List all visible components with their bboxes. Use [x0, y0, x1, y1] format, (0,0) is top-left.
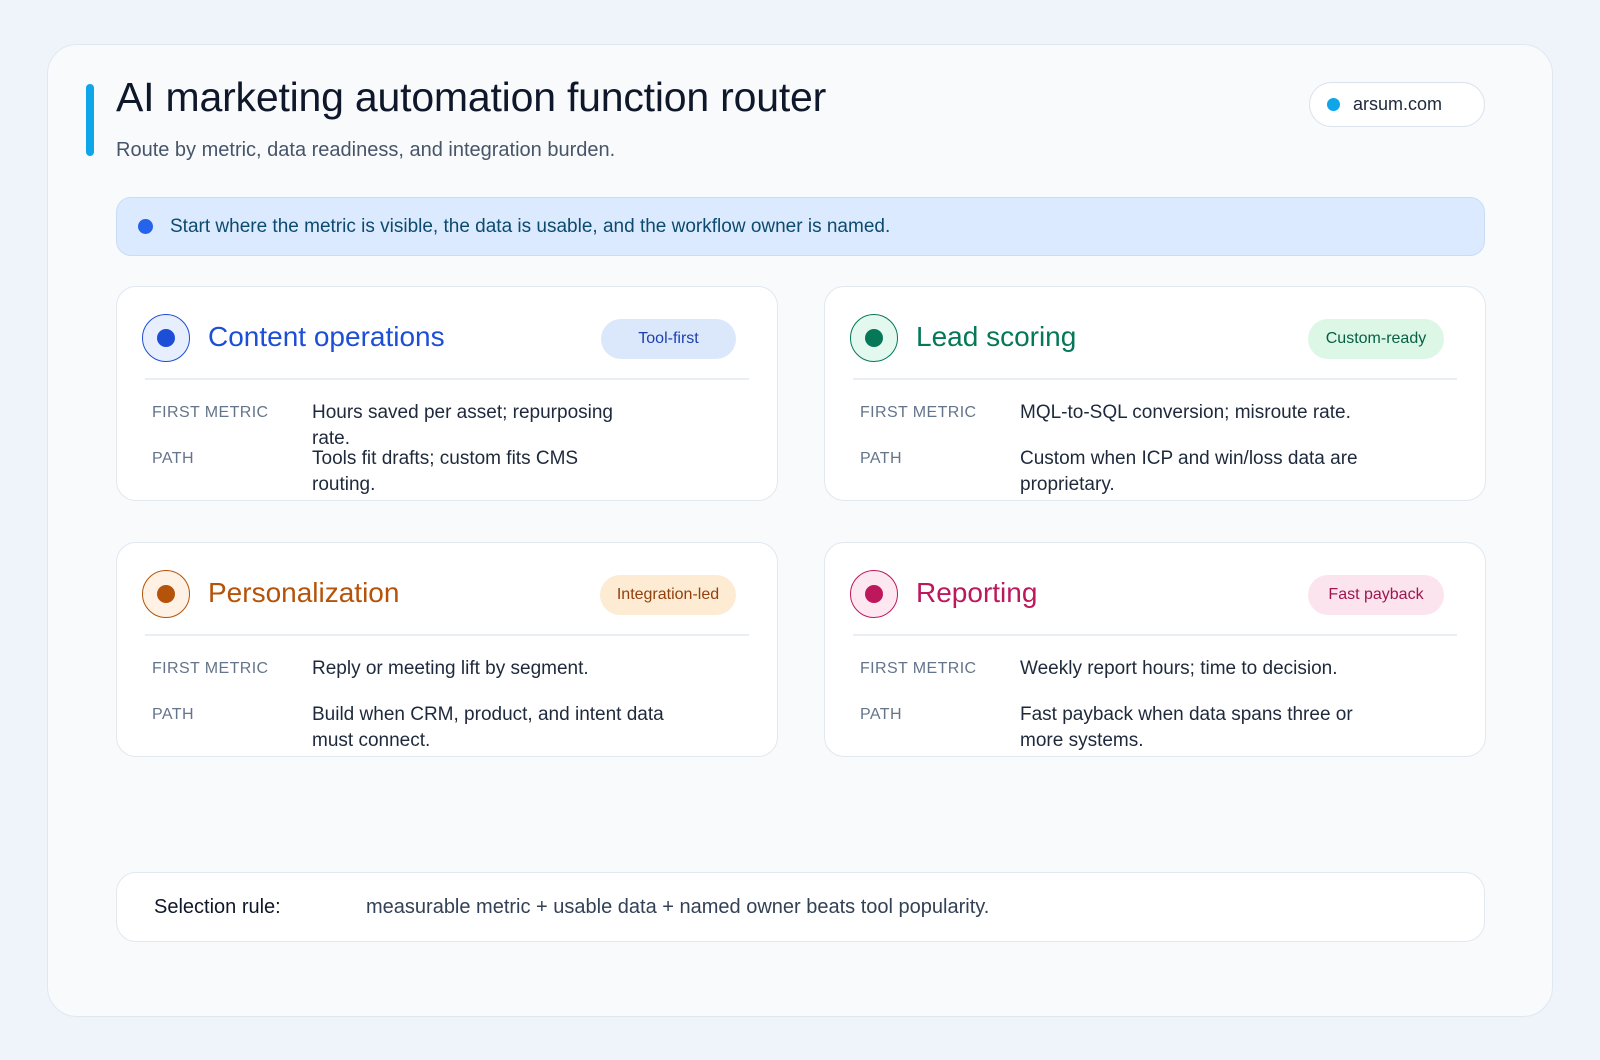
first-metric-value: Hours saved per asset; repurposing rate. [312, 402, 613, 449]
path-label: PATH [860, 706, 902, 723]
function-card-reporting[interactable]: Reporting Fast payback FIRST METRIC Week… [824, 542, 1486, 757]
path-label: PATH [152, 706, 194, 723]
first-metric-value: Reply or meeting lift by segment. [312, 658, 589, 679]
card-divider [853, 378, 1457, 380]
card-divider [145, 378, 749, 380]
page-title: AI marketing automation function router [116, 74, 827, 120]
card-tag: Custom-ready [1308, 319, 1444, 359]
card-tag: Tool-first [601, 319, 736, 359]
card-divider [145, 634, 749, 636]
first-metric-value: MQL-to-SQL conversion; misroute rate. [1020, 402, 1351, 423]
first-metric-label: FIRST METRIC [152, 404, 269, 421]
path-value: Tools fit drafts; custom fits CMS routin… [312, 448, 579, 495]
first-metric-value: Weekly report hours; time to decision. [1020, 658, 1338, 679]
banner-dot-icon [138, 219, 153, 234]
function-card-personalization[interactable]: Personalization Integration-led FIRST ME… [116, 542, 778, 757]
path-value: Build when CRM, product, and intent data… [312, 704, 664, 751]
lead-scoring-target-icon [850, 314, 898, 362]
reporting-target-icon [850, 570, 898, 618]
first-metric-label: FIRST METRIC [860, 404, 977, 421]
first-metric-label: FIRST METRIC [860, 660, 977, 677]
selection-rule-box: Selection rule: measurable metric + usab… [116, 872, 1485, 942]
card-tag: Fast payback [1308, 575, 1444, 615]
card-title: Lead scoring [916, 321, 1077, 352]
card-divider [853, 634, 1457, 636]
selection-rule-text: measurable metric + usable data + named … [366, 896, 990, 918]
function-card-content-operations[interactable]: Content operations Tool-first FIRST METR… [116, 286, 778, 501]
title-accent-bar [86, 84, 94, 156]
domain-dot-icon [1327, 98, 1340, 111]
card-title: Content operations [208, 321, 445, 352]
path-label: PATH [860, 450, 902, 467]
function-card-lead-scoring[interactable]: Lead scoring Custom-ready FIRST METRIC M… [824, 286, 1486, 501]
banner-text: Start where the metric is visible, the d… [170, 215, 891, 237]
personalization-target-icon [142, 570, 190, 618]
selection-rule-label: Selection rule: [154, 896, 281, 918]
card-title: Personalization [208, 577, 400, 608]
path-value: Custom when ICP and win/loss data are pr… [1020, 448, 1358, 495]
content-operations-target-icon [142, 314, 190, 362]
domain-badge[interactable]: arsum.com [1309, 82, 1485, 127]
page-subtitle: Route by metric, data readiness, and int… [116, 139, 616, 161]
card-title: Reporting [916, 577, 1038, 608]
path-label: PATH [152, 450, 194, 467]
path-value: Fast payback when data spans three or mo… [1020, 704, 1353, 751]
first-metric-label: FIRST METRIC [152, 660, 269, 677]
card-tag: Integration-led [600, 575, 736, 615]
domain-text: arsum.com [1353, 94, 1443, 114]
guidance-banner: Start where the metric is visible, the d… [116, 197, 1485, 256]
